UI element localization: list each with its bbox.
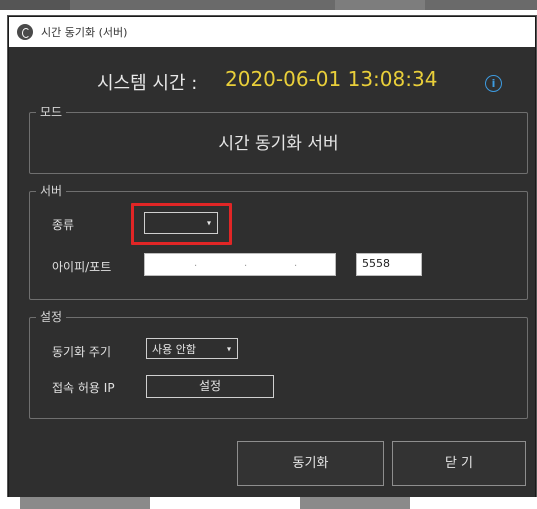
bg-strip: [0, 0, 70, 10]
ip-separator: .: [244, 258, 248, 269]
allowed-ip-settings-button[interactable]: 설정: [146, 375, 274, 398]
type-label: 종류: [52, 218, 75, 232]
ip-address-input[interactable]: . . .: [144, 253, 336, 276]
sync-period-value: 사용 안함: [152, 343, 196, 356]
close-button[interactable]: 닫 기: [392, 441, 526, 486]
bg-strip: [335, 0, 425, 10]
type-select[interactable]: ▾: [144, 212, 218, 234]
sync-period-select[interactable]: 사용 안함 ▾: [146, 338, 238, 359]
ip-port-label: 아이피/포트: [52, 260, 112, 274]
sync-button[interactable]: 동기화: [237, 441, 384, 486]
background-window-bottom: [0, 497, 537, 509]
system-time-value: 2020-06-01 13:08:34: [225, 67, 438, 91]
server-group-legend: 서버: [36, 183, 67, 199]
sync-period-label: 동기화 주기: [52, 345, 112, 359]
chevron-down-icon: ▾: [206, 218, 211, 228]
system-time-label: 시스템 시간 :: [97, 73, 198, 94]
mode-group-legend: 모드: [36, 104, 67, 120]
title-bar[interactable]: 시간 동기화 (서버): [9, 17, 535, 47]
time-sync-dialog: 시간 동기화 (서버) 시스템 시간 : 2020-06-01 13:08:34…: [8, 16, 536, 505]
screenshot-stage: 시간 동기화 (서버) 시스템 시간 : 2020-06-01 13:08:34…: [0, 0, 537, 509]
ip-separator: .: [294, 258, 298, 269]
info-icon[interactable]: i: [485, 75, 502, 92]
window-title: 시간 동기화 (서버): [41, 26, 128, 39]
ip-separator: .: [194, 258, 198, 269]
port-input[interactable]: 5558: [356, 253, 422, 276]
chevron-down-icon: ▾: [226, 344, 231, 353]
mode-group: 모드 시간 동기화 서버: [29, 104, 528, 174]
bg-strip: [300, 497, 410, 509]
allowed-ip-label: 접속 허용 IP: [52, 381, 115, 395]
server-group: 서버 종류 ▾ 아이피/포트 . . . 5558: [29, 183, 528, 300]
settings-group: 설정 동기화 주기 사용 안함 ▾ 접속 허용 IP 설정: [29, 309, 528, 419]
bg-strip: [20, 497, 150, 509]
app-clock-icon: [17, 24, 33, 40]
mode-text: 시간 동기화 서버: [218, 134, 339, 154]
background-window-top: [0, 0, 537, 10]
settings-group-legend: 설정: [36, 309, 67, 325]
